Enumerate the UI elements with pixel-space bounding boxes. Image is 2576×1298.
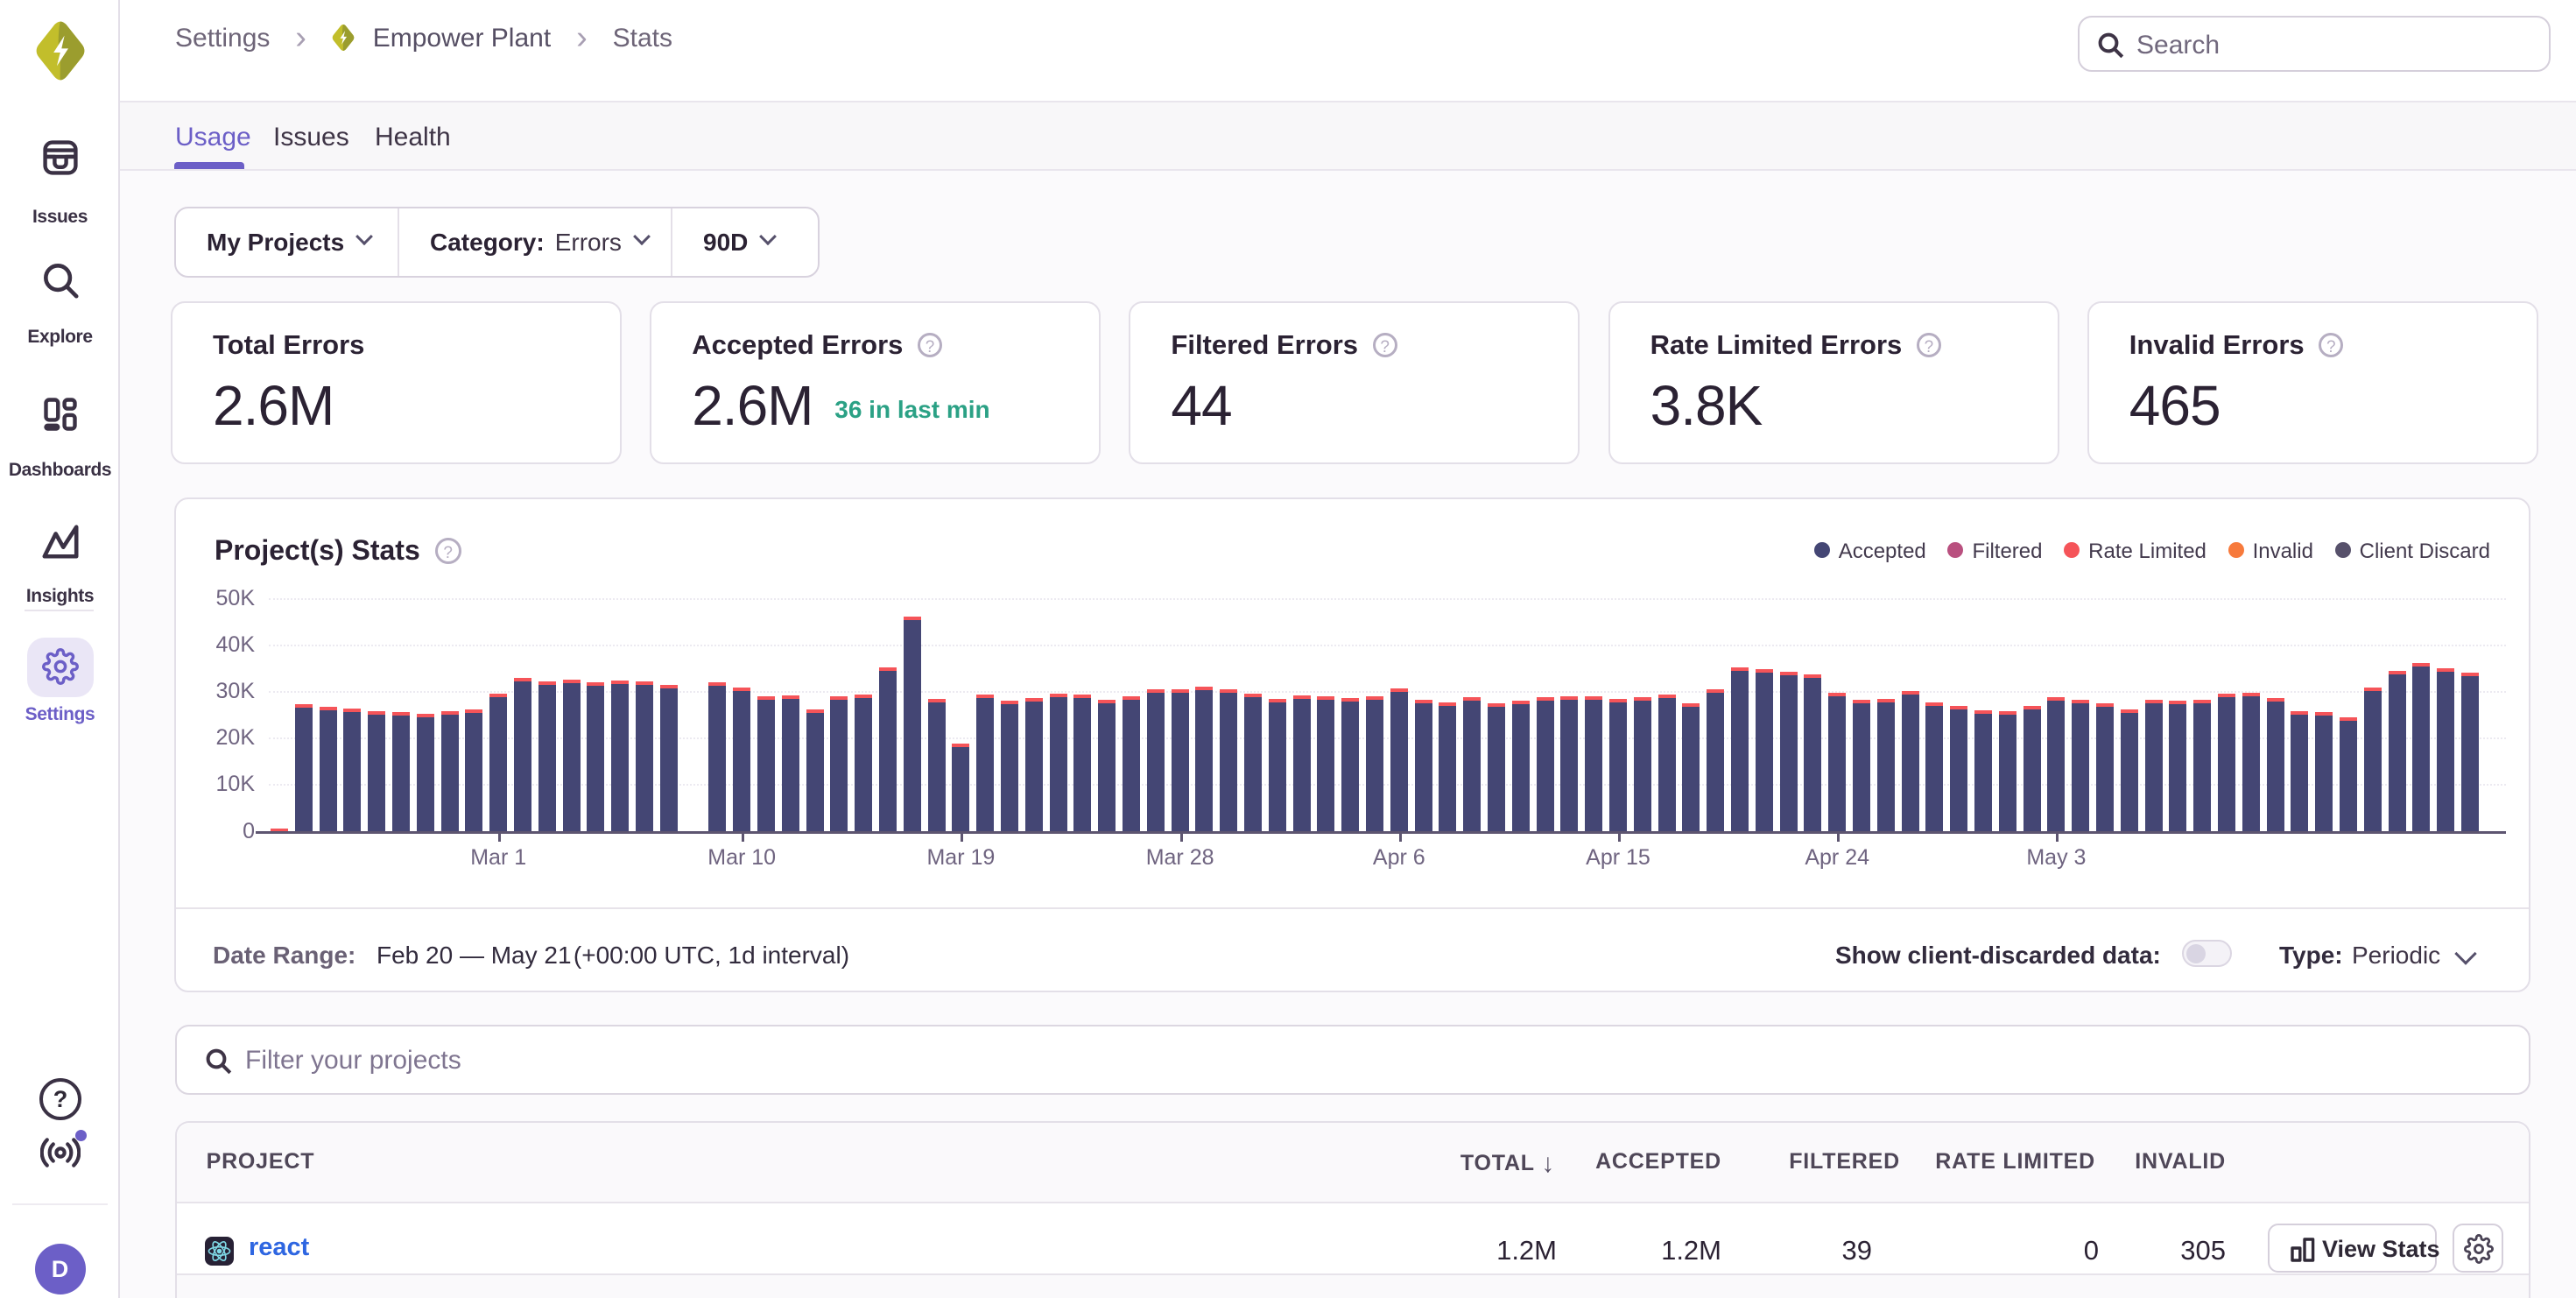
svg-text:?: ?	[53, 1086, 67, 1112]
